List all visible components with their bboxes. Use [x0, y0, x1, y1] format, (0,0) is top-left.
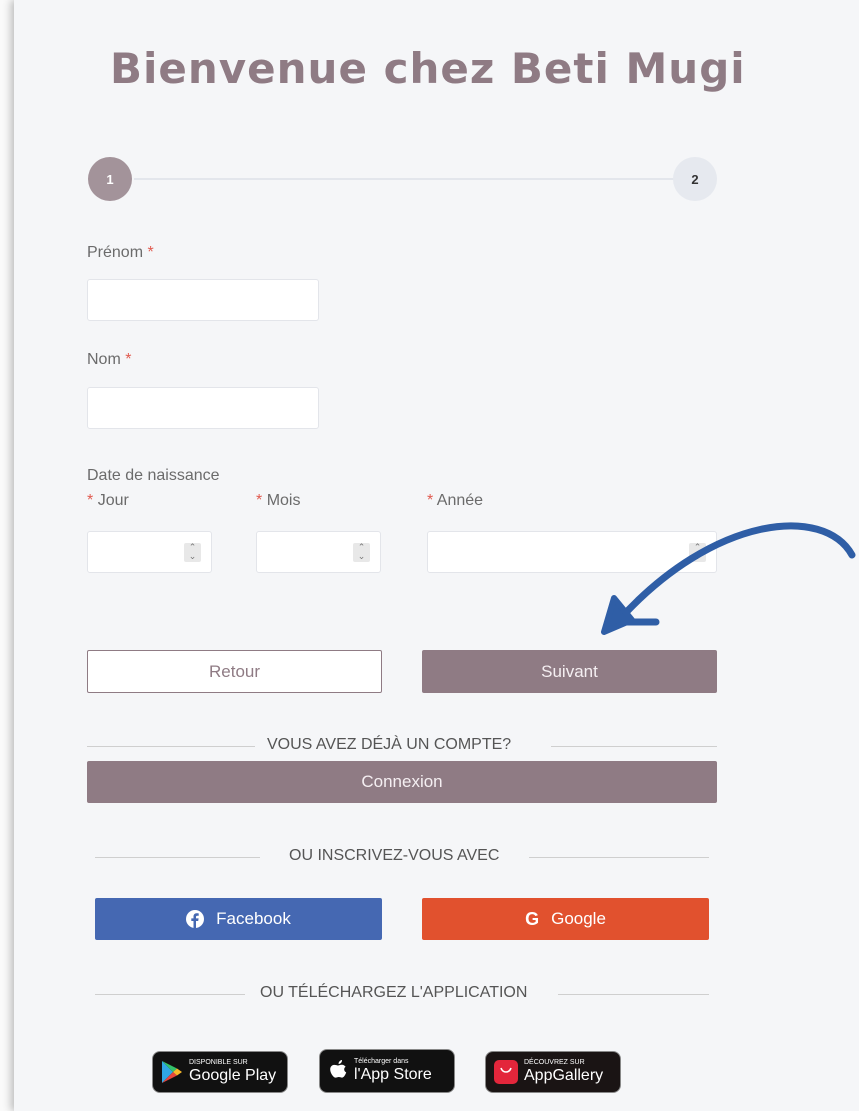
appgallery-badge[interactable]: DÉCOUVREZ SUR AppGallery: [485, 1051, 621, 1093]
spin-arrows-icon[interactable]: ⌃ ⌄: [353, 543, 370, 562]
account-divider-text: VOUS AVEZ DÉJÀ UN COMPTE?: [267, 736, 512, 753]
google-icon: G: [525, 908, 540, 929]
month-input[interactable]: ⌃ ⌄: [256, 531, 381, 573]
spin-arrows-icon[interactable]: ⌃ ⌄: [184, 543, 201, 562]
apple-icon: [330, 1060, 347, 1078]
google-play-small-text: DISPONIBLE SUR: [189, 1059, 248, 1066]
huawei-icon: [494, 1060, 518, 1084]
step-1-indicator: 1: [88, 157, 132, 201]
divider-line: [558, 994, 709, 995]
account-divider: VOUS AVEZ DÉJÀ UN COMPTE?: [87, 736, 717, 756]
divider-line: [529, 857, 709, 858]
year-label-text: Année: [436, 492, 484, 509]
step-2-indicator: 2: [673, 157, 717, 201]
app-store-badge[interactable]: Télécharger dans l'App Store: [319, 1049, 455, 1093]
back-button[interactable]: Retour: [87, 650, 382, 693]
required-mark: *: [87, 492, 94, 509]
day-label-text: Jour: [97, 492, 129, 509]
last-name-input[interactable]: [87, 387, 319, 429]
divider-line: [95, 994, 245, 995]
app-store-small-text: Télécharger dans: [354, 1058, 409, 1065]
appgallery-small-text: DÉCOUVREZ SUR: [524, 1059, 585, 1066]
google-play-icon: [162, 1061, 182, 1083]
divider-line: [87, 746, 255, 747]
page-title: Bienvenue chez Beti Mugi: [110, 44, 746, 93]
apps-divider-text: OU TÉLÉCHARGEZ L'APPLICATION: [260, 984, 528, 1001]
required-mark: *: [125, 351, 132, 368]
day-input[interactable]: ⌃ ⌄: [87, 531, 212, 573]
month-label-text: Mois: [266, 492, 301, 509]
first-name-label: Prénom *: [87, 244, 154, 262]
required-mark: *: [427, 492, 434, 509]
divider-line: [95, 857, 260, 858]
curved-arrow-icon: [601, 522, 856, 635]
facebook-icon: [186, 910, 205, 928]
last-name-label-text: Nom: [87, 351, 121, 368]
divider-line: [551, 746, 717, 747]
appgallery-big-text: AppGallery: [524, 1067, 604, 1084]
first-name-label-text: Prénom: [87, 244, 144, 261]
next-button[interactable]: Suivant: [422, 650, 717, 693]
required-mark: *: [147, 244, 154, 261]
google-button-label: Google: [551, 909, 606, 928]
social-divider-text: OU INSCRIVEZ-VOUS AVEC: [289, 847, 500, 864]
month-label: * Mois: [256, 492, 300, 510]
app-store-big-text: l'App Store: [354, 1066, 432, 1083]
signup-panel: Bienvenue chez Beti Mugi 1 2 Prénom * No…: [14, 0, 859, 1111]
apps-divider: OU TÉLÉCHARGEZ L'APPLICATION: [95, 984, 709, 1004]
first-name-input[interactable]: [87, 279, 319, 321]
dob-label: Date de naissance: [87, 467, 220, 484]
year-label: * Année: [427, 492, 483, 510]
google-button[interactable]: G Google: [422, 898, 709, 940]
stepper-line: [134, 178, 694, 180]
facebook-button[interactable]: Facebook: [95, 898, 382, 940]
last-name-label: Nom *: [87, 351, 131, 369]
google-play-badge[interactable]: DISPONIBLE SUR Google Play: [152, 1051, 288, 1093]
facebook-button-label: Facebook: [216, 909, 291, 928]
login-button[interactable]: Connexion: [87, 761, 717, 803]
google-play-big-text: Google Play: [189, 1067, 277, 1084]
day-label: * Jour: [87, 492, 129, 510]
required-mark: *: [256, 492, 263, 509]
social-divider: OU INSCRIVEZ-VOUS AVEC: [95, 847, 709, 867]
